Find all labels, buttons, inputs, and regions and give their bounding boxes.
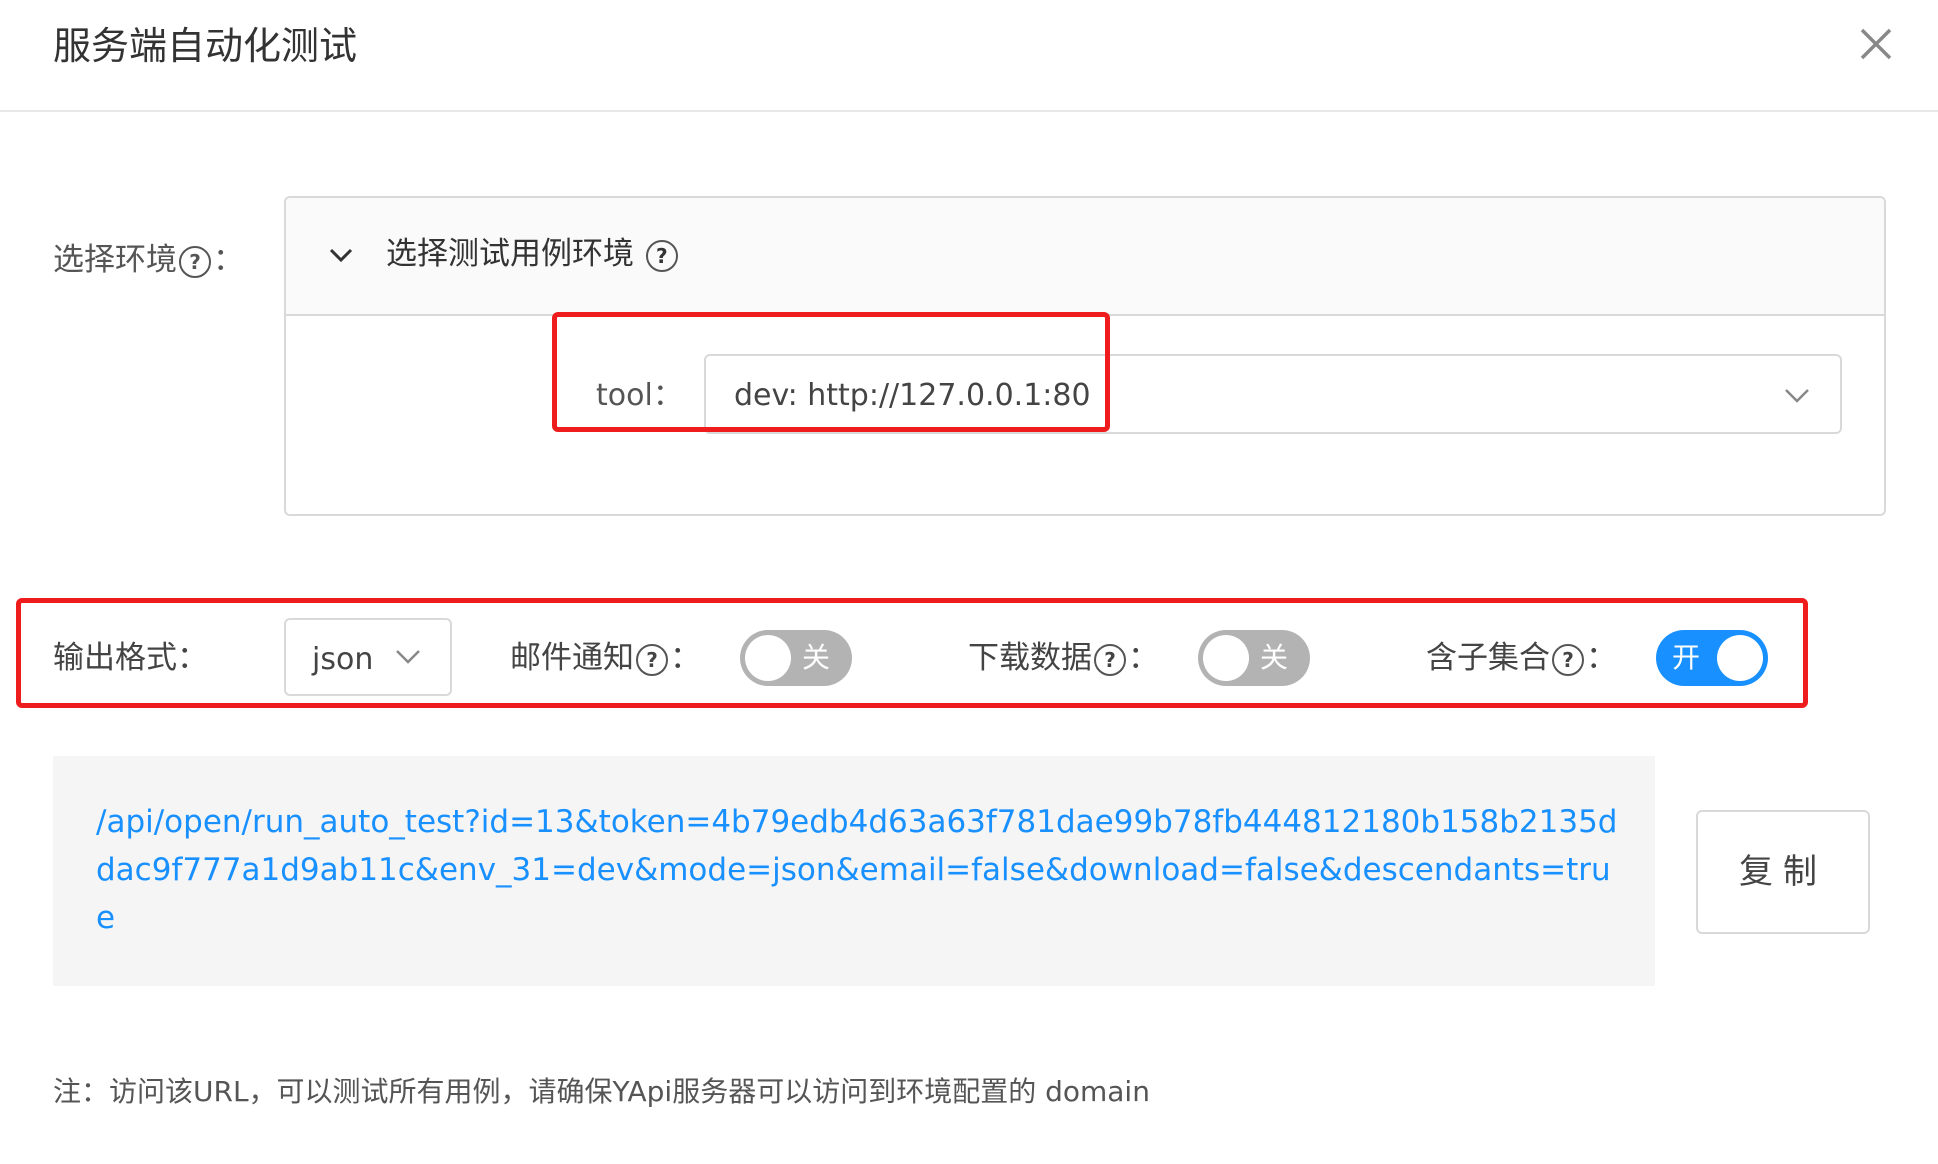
env-panel-title-text: 选择测试用例环境 xyxy=(386,236,634,272)
env-label-text: 选择环境 xyxy=(53,242,177,278)
env-label-colon: ： xyxy=(213,242,244,278)
highlight-box-options xyxy=(16,598,1808,708)
question-circle-icon[interactable]: ? xyxy=(645,239,678,272)
env-panel-header[interactable]: 选择测试用例环境 ? xyxy=(286,198,1884,316)
header-divider xyxy=(0,110,1938,112)
test-url-link[interactable]: /api/open/run_auto_test?id=13&token=4b79… xyxy=(96,798,1626,942)
close-icon[interactable] xyxy=(1852,20,1900,68)
env-label: 选择环境?： xyxy=(53,232,244,288)
note-text: 注：访问该URL，可以测试所有用例，请确保YApi服务器可以访问到环境配置的 d… xyxy=(53,1075,1150,1108)
copy-button[interactable]: 复制 xyxy=(1696,810,1870,934)
question-circle-icon[interactable]: ? xyxy=(179,245,211,278)
chevron-down-icon[interactable] xyxy=(326,240,356,270)
chevron-down-icon[interactable] xyxy=(1782,380,1812,410)
highlight-box-tool xyxy=(552,312,1110,432)
modal-title: 服务端自动化测试 xyxy=(53,24,358,68)
env-panel-title: 选择测试用例环境 ? xyxy=(386,226,680,282)
